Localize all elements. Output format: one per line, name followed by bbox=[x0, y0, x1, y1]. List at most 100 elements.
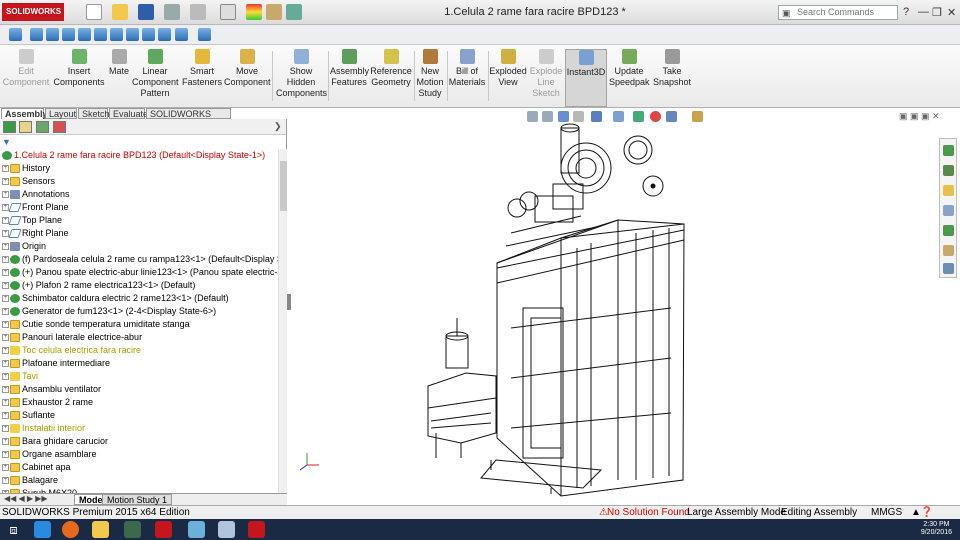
system-clock[interactable]: 2:30 PM 9/20/2016 bbox=[921, 521, 952, 537]
expand-toggle-icon[interactable]: + bbox=[2, 386, 9, 394]
tree-item[interactable]: + Annotations bbox=[0, 188, 278, 201]
exploded-view-button[interactable]: Exploded View bbox=[489, 49, 527, 88]
assembly-features-button[interactable]: Assembly Features bbox=[330, 49, 369, 88]
tree-item[interactable]: + Generator de fum123<1> (2-4<Display Sta… bbox=[0, 305, 278, 318]
tree-item[interactable]: + Tavi bbox=[0, 370, 278, 383]
view-iso-icon[interactable] bbox=[126, 28, 139, 41]
solidworks-taskbar-icon[interactable] bbox=[248, 521, 265, 538]
expand-toggle-icon[interactable]: + bbox=[2, 438, 9, 446]
expand-toggle-icon[interactable]: + bbox=[2, 399, 9, 407]
file-properties-icon[interactable] bbox=[266, 4, 282, 20]
restore-icon[interactable]: ❐ bbox=[932, 6, 942, 19]
expand-toggle-icon[interactable]: + bbox=[2, 243, 9, 251]
expand-toggle-icon[interactable]: + bbox=[2, 165, 9, 173]
expand-toggle-icon[interactable]: + bbox=[2, 282, 9, 290]
view-left-icon[interactable] bbox=[62, 28, 75, 41]
expand-toggle-icon[interactable]: + bbox=[2, 477, 9, 485]
bill-of-materials-button[interactable]: Bill of Materials bbox=[448, 49, 486, 88]
undo-icon[interactable] bbox=[190, 4, 206, 20]
tree-item[interactable]: + Instalatii interior bbox=[0, 422, 278, 435]
app-taskbar-icon[interactable] bbox=[124, 521, 141, 538]
expand-toggle-icon[interactable]: + bbox=[2, 464, 9, 472]
view-orientation-icon[interactable] bbox=[175, 28, 188, 41]
tree-scrollbar[interactable] bbox=[278, 149, 287, 493]
tree-item[interactable]: + Cabinet apa bbox=[0, 461, 278, 474]
status-settings-icon[interactable]: ▲❓ bbox=[911, 506, 933, 519]
start-button-icon[interactable]: ⧈ bbox=[5, 521, 22, 538]
tree-item[interactable]: + Top Plane bbox=[0, 214, 278, 227]
print-icon[interactable] bbox=[164, 4, 180, 20]
expand-toggle-icon[interactable]: + bbox=[2, 321, 9, 329]
display-manager-tab-icon[interactable] bbox=[53, 121, 66, 133]
feature-manager-tab-icon[interactable] bbox=[3, 121, 16, 133]
scrollbar-thumb[interactable] bbox=[280, 161, 287, 211]
expand-toggle-icon[interactable]: + bbox=[2, 425, 9, 433]
tree-root[interactable]: 1.Celula 2 rame fara racire BPD123 (Defa… bbox=[0, 149, 278, 162]
linear-component-pattern-button[interactable]: Linear Component Pattern bbox=[132, 49, 179, 99]
mate-button[interactable]: Mate bbox=[106, 49, 132, 77]
solidworks-resources-icon[interactable] bbox=[943, 145, 954, 156]
search-commands-input[interactable]: ▣ Search Commands bbox=[778, 5, 898, 20]
expand-toggle-icon[interactable]: + bbox=[2, 269, 9, 277]
expand-panel-icon[interactable]: ❯ bbox=[274, 121, 282, 132]
tree-item[interactable]: + Front Plane bbox=[0, 201, 278, 214]
configuration-manager-tab-icon[interactable] bbox=[36, 121, 49, 133]
reference-geometry-button[interactable]: Reference Geometry bbox=[370, 49, 412, 88]
open-folder-icon[interactable] bbox=[112, 4, 128, 20]
tree-item[interactable]: + Suflante bbox=[0, 409, 278, 422]
expand-toggle-icon[interactable]: + bbox=[2, 347, 9, 355]
expand-toggle-icon[interactable]: + bbox=[2, 308, 9, 316]
custom-properties-icon[interactable] bbox=[943, 245, 954, 256]
status-error[interactable]: No Solution Found bbox=[607, 506, 690, 519]
expand-toggle-icon[interactable]: + bbox=[2, 360, 9, 368]
edit-component-button[interactable]: Edit Component bbox=[2, 49, 50, 88]
appearances-icon[interactable] bbox=[943, 225, 954, 236]
tab-solidworks-addins[interactable]: SOLIDWORKS Add-Ins bbox=[146, 108, 231, 129]
view-normal-to-icon[interactable] bbox=[198, 28, 211, 41]
tree-item[interactable]: + (+) Panou spate electric-abur linie123<… bbox=[0, 266, 278, 279]
view-bottom-icon[interactable] bbox=[110, 28, 123, 41]
move-component-button[interactable]: Move Component bbox=[224, 49, 271, 88]
expand-toggle-icon[interactable]: + bbox=[2, 451, 9, 459]
view-trimetric-icon[interactable] bbox=[142, 28, 155, 41]
expand-toggle-icon[interactable]: + bbox=[2, 256, 9, 264]
view-right-icon[interactable] bbox=[78, 28, 91, 41]
insert-components-button[interactable]: Insert Components bbox=[52, 49, 106, 88]
tree-item[interactable]: + (f) Pardoseala celula 2 rame cu rampa12… bbox=[0, 253, 278, 266]
tree-item[interactable]: + Right Plane bbox=[0, 227, 278, 240]
update-speedpak-button[interactable]: Update Speedpak bbox=[609, 49, 650, 88]
tree-item[interactable]: + Panouri laterale electrice-abur bbox=[0, 331, 278, 344]
tree-item[interactable]: + Bara ghidare carucior bbox=[0, 435, 278, 448]
tree-item[interactable]: + Organe asamblare bbox=[0, 448, 278, 461]
select-cursor-icon[interactable] bbox=[220, 4, 236, 20]
forum-icon[interactable] bbox=[943, 263, 954, 274]
expand-toggle-icon[interactable]: + bbox=[2, 334, 9, 342]
save-icon[interactable] bbox=[138, 4, 154, 20]
file-explorer-taskbar-icon[interactable] bbox=[92, 521, 109, 538]
expand-toggle-icon[interactable]: + bbox=[2, 373, 9, 381]
new-document-icon[interactable] bbox=[86, 4, 102, 20]
app-taskbar-icon[interactable] bbox=[218, 521, 235, 538]
take-snapshot-button[interactable]: Take Snapshot bbox=[651, 49, 693, 88]
tree-item[interactable]: + Cutie sonde temperatura umiditate stang… bbox=[0, 318, 278, 331]
tree-item[interactable]: + Balagare bbox=[0, 474, 278, 487]
expand-toggle-icon[interactable]: + bbox=[2, 191, 9, 199]
solidworks-taskbar-icon[interactable] bbox=[155, 521, 172, 538]
tab-motion-study[interactable]: Motion Study 1 bbox=[102, 494, 173, 505]
tab-layout[interactable]: Layout bbox=[45, 108, 77, 119]
minimize-icon[interactable]: — bbox=[918, 6, 929, 18]
tab-sketch[interactable]: Sketch bbox=[78, 108, 110, 119]
app-taskbar-icon[interactable] bbox=[188, 521, 205, 538]
tree-item[interactable]: + Origin bbox=[0, 240, 278, 253]
design-library-icon[interactable] bbox=[943, 165, 954, 176]
expand-toggle-icon[interactable]: + bbox=[2, 412, 9, 420]
filter-icon[interactable]: ▼ bbox=[2, 137, 11, 147]
assembly-tool-icon[interactable] bbox=[9, 28, 22, 41]
new-motion-study-button[interactable]: New Motion Study bbox=[415, 49, 445, 99]
tree-item[interactable]: + History bbox=[0, 162, 278, 175]
property-manager-tab-icon[interactable] bbox=[19, 121, 32, 133]
tab-evaluate[interactable]: Evaluate bbox=[109, 108, 148, 119]
rebuild-icon[interactable] bbox=[246, 4, 262, 20]
instant3d-button[interactable]: Instant3D bbox=[565, 49, 607, 107]
internet-explorer-icon[interactable] bbox=[34, 521, 51, 538]
